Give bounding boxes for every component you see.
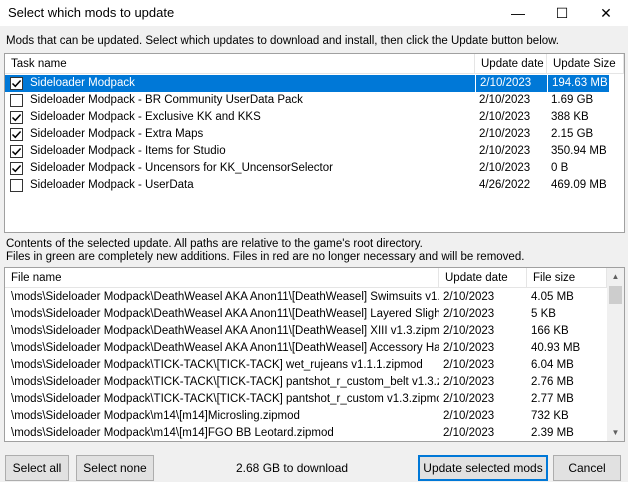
maximize-icon: ☐ [555,4,569,21]
task-checkbox[interactable] [10,179,23,192]
task-update-size: 350.94 MB [551,145,607,157]
file-size: 2.76 MB [531,376,574,388]
task-update-size: 388 KB [551,111,589,123]
task-checkbox[interactable] [10,145,23,158]
task-update-date: 2/10/2023 [479,162,531,174]
task-name: Sideloader Modpack - Uncensors for KK_Un… [30,162,333,174]
file-update-date: 2/10/2023 [443,308,495,320]
file-row[interactable]: \mods\Sideloader Modpack\DeathWeasel AKA… [5,323,607,340]
task-row[interactable]: Sideloader Modpack - BR Community UserDa… [5,92,624,109]
files-list[interactable]: File name Update date File size \mods\Si… [4,267,625,442]
task-update-date: 2/10/2023 [479,145,531,157]
column-header-update-size[interactable]: Update Size [547,54,624,74]
task-row[interactable]: Sideloader Modpack 2/10/2023 194.63 MB [5,75,609,92]
scroll-down-icon[interactable]: ▼ [607,424,624,441]
file-row[interactable]: \mods\Sideloader Modpack\DeathWeasel AKA… [5,340,607,357]
cancel-button[interactable]: Cancel [553,455,621,481]
select-none-button[interactable]: Select none [76,455,154,481]
file-update-date: 2/10/2023 [443,325,495,337]
file-size: 4.05 MB [531,291,574,303]
file-row[interactable]: \mods\Sideloader Modpack\TICK-TACK\[TICK… [5,357,607,374]
task-name: Sideloader Modpack - Items for Studio [30,145,226,157]
file-update-date: 2/10/2023 [443,376,495,388]
task-checkbox[interactable] [10,94,23,107]
file-size: 732 KB [531,410,569,422]
task-update-date: 4/26/2022 [479,179,531,191]
task-update-size: 469.09 MB [551,179,607,191]
close-button[interactable]: ✕ [584,0,628,26]
task-row[interactable]: Sideloader Modpack - Uncensors for KK_Un… [5,160,624,177]
download-size-label: 2.68 GB to download [236,461,349,475]
file-name: \mods\Sideloader Modpack\TICK-TACK\[TICK… [11,393,439,405]
task-update-size: 194.63 MB [547,75,609,92]
file-row[interactable]: \mods\Sideloader Modpack\DeathWeasel AKA… [5,306,607,323]
file-size: 6.04 MB [531,359,574,371]
task-row[interactable]: Sideloader Modpack - Extra Maps 2/10/2023… [5,126,624,143]
file-size: 166 KB [531,325,569,337]
file-row[interactable]: \mods\Sideloader Modpack\m14\[m14]FGO BB… [5,425,607,441]
file-size: 2.39 MB [531,427,574,439]
minimize-icon: — [511,5,525,21]
scroll-thumb[interactable] [609,286,622,304]
column-header-file-update-date[interactable]: Update date [439,268,527,288]
file-name: \mods\Sideloader Modpack\DeathWeasel AKA… [11,308,439,320]
task-update-size: 1.69 GB [551,94,594,106]
select-all-button[interactable]: Select all [5,455,69,481]
file-size: 2.77 MB [531,393,574,405]
files-scrollbar[interactable]: ▲ ▼ [607,268,624,441]
window-title: Select which mods to update [8,5,175,20]
file-update-date: 2/10/2023 [443,342,495,354]
file-name: \mods\Sideloader Modpack\m14\[m14]FGO BB… [11,427,334,439]
file-name: \mods\Sideloader Modpack\DeathWeasel AKA… [11,325,439,337]
file-name: \mods\Sideloader Modpack\TICK-TACK\[TICK… [11,359,423,371]
task-row[interactable]: Sideloader Modpack - Items for Studio 2/1… [5,143,624,160]
files-description-line2: Files in green are completely new additi… [6,251,525,263]
file-size: 5 KB [531,308,556,320]
file-update-date: 2/10/2023 [443,427,495,439]
task-name: Sideloader Modpack - Extra Maps [30,128,204,140]
update-selected-mods-button[interactable]: Update selected mods [418,455,548,481]
file-row[interactable]: \mods\Sideloader Modpack\m14\[m14]Micros… [5,408,607,425]
file-update-date: 2/10/2023 [443,359,495,371]
task-update-size: 0 B [551,162,569,174]
task-name: Sideloader Modpack - Exclusive KK and KK… [30,111,261,123]
file-row[interactable]: \mods\Sideloader Modpack\TICK-TACK\[TICK… [5,391,607,408]
file-update-date: 2/10/2023 [443,410,495,422]
file-name: \mods\Sideloader Modpack\DeathWeasel AKA… [11,342,439,354]
maximize-button[interactable]: ☐ [540,0,584,26]
task-row[interactable]: Sideloader Modpack - Exclusive KK and KK… [5,109,624,126]
column-header-file-name[interactable]: File name [5,268,439,288]
file-size: 40.93 MB [531,342,581,354]
column-header-task-name[interactable]: Task name [5,54,475,74]
close-icon: ✕ [600,4,612,21]
task-update-date: 2/10/2023 [475,75,547,92]
file-update-date: 2/10/2023 [443,291,495,303]
file-update-date: 2/10/2023 [443,393,495,405]
task-checkbox[interactable] [10,128,23,141]
file-row[interactable]: \mods\Sideloader Modpack\TICK-TACK\[TICK… [5,374,607,391]
task-name: Sideloader Modpack [30,77,135,89]
file-name: \mods\Sideloader Modpack\DeathWeasel AKA… [11,291,439,303]
scroll-up-icon[interactable]: ▲ [607,268,624,285]
task-name: Sideloader Modpack - BR Community UserDa… [30,94,303,106]
file-name: \mods\Sideloader Modpack\m14\[m14]Micros… [11,410,300,422]
task-update-size: 2.15 GB [551,128,594,140]
task-row[interactable]: Sideloader Modpack - UserData 4/26/2022 46… [5,177,624,194]
minimize-button[interactable]: — [496,0,540,26]
title-bar: Select which mods to update — ☐ ✕ [0,0,628,26]
task-checkbox[interactable] [10,77,23,90]
file-name: \mods\Sideloader Modpack\TICK-TACK\[TICK… [11,376,439,388]
task-update-date: 2/10/2023 [479,128,531,140]
task-update-date: 2/10/2023 [479,94,531,106]
task-name: Sideloader Modpack - UserData [30,179,194,191]
column-header-file-size[interactable]: File size [527,268,607,288]
tasks-description: Mods that can be updated. Select which u… [6,35,560,47]
task-update-date: 2/10/2023 [479,111,531,123]
column-header-update-date[interactable]: Update date [475,54,547,74]
files-description-line1: Contents of the selected update. All pat… [6,238,423,250]
task-checkbox[interactable] [10,162,23,175]
task-checkbox[interactable] [10,111,23,124]
file-row[interactable]: \mods\Sideloader Modpack\DeathWeasel AKA… [5,289,607,306]
tasks-list[interactable]: Task name Update date Update Size Sidelo… [4,53,625,233]
